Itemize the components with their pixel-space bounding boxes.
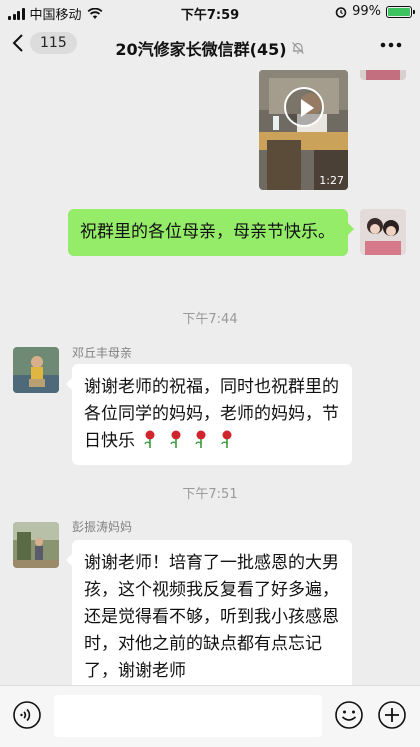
chat-title: 20汽修家长微信群(45) [115, 40, 287, 59]
chat-header: 115 20汽修家长微信群(45) [0, 24, 420, 70]
outgoing-message[interactable]: 祝群里的各位母亲，母亲节快乐。 [68, 209, 354, 256]
chat-area[interactable]: 1:27 祝群里的各位母亲，母亲节快乐。 下午7:44 邓丘丰母亲 谢谢老师的祝… [0, 70, 420, 685]
timestamp: 下午7:51 [182, 487, 238, 502]
status-bar: 中国移动 下午7:59 99% [0, 0, 420, 24]
battery-icon [386, 5, 415, 18]
incoming-message[interactable]: 谢谢老师！培育了一批感恩的大男孩，这个视频我反复看了好多遍，还是觉得看不够，听到… [66, 540, 352, 685]
chat-title-area: 20汽修家长微信群(45) [0, 36, 420, 60]
status-right: 99% [335, 4, 415, 19]
add-icon[interactable] [377, 700, 407, 730]
rose-icon [195, 430, 206, 448]
incoming-message[interactable]: 谢谢老师的祝福，同时也祝群里的各位同学的妈妈，老师的妈妈，节日快乐 [66, 364, 352, 465]
battery-fill [388, 7, 410, 16]
avatar[interactable] [360, 209, 406, 255]
input-bar [0, 685, 420, 747]
more-dots-icon[interactable] [378, 34, 404, 56]
video-message[interactable]: 1:27 [259, 70, 348, 190]
avatar[interactable] [13, 522, 59, 568]
message-input[interactable] [54, 695, 322, 737]
rose-emoji-icons [140, 430, 236, 451]
sender-name: 彭振涛妈妈 [72, 520, 133, 534]
avatar[interactable] [360, 70, 406, 80]
video-duration: 1:27 [319, 174, 344, 187]
rose-icon [144, 430, 155, 448]
message-text: 祝群里的各位母亲，母亲节快乐。 [80, 222, 335, 242]
sender-name: 邓丘丰母亲 [72, 346, 133, 360]
timestamp: 下午7:44 [182, 312, 238, 327]
alarm-icon [335, 6, 347, 18]
voice-icon[interactable] [12, 700, 42, 730]
emoji-icon[interactable] [334, 700, 364, 730]
avatar[interactable] [13, 347, 59, 393]
play-icon [284, 87, 324, 127]
message-text: 谢谢老师！培育了一批感恩的大男孩，这个视频我反复看了好多遍，还是觉得看不够，听到… [84, 553, 339, 681]
rose-icon [220, 430, 232, 448]
mute-bell-icon [291, 42, 304, 54]
rose-icon [170, 430, 181, 448]
battery-percent: 99% [352, 4, 381, 19]
